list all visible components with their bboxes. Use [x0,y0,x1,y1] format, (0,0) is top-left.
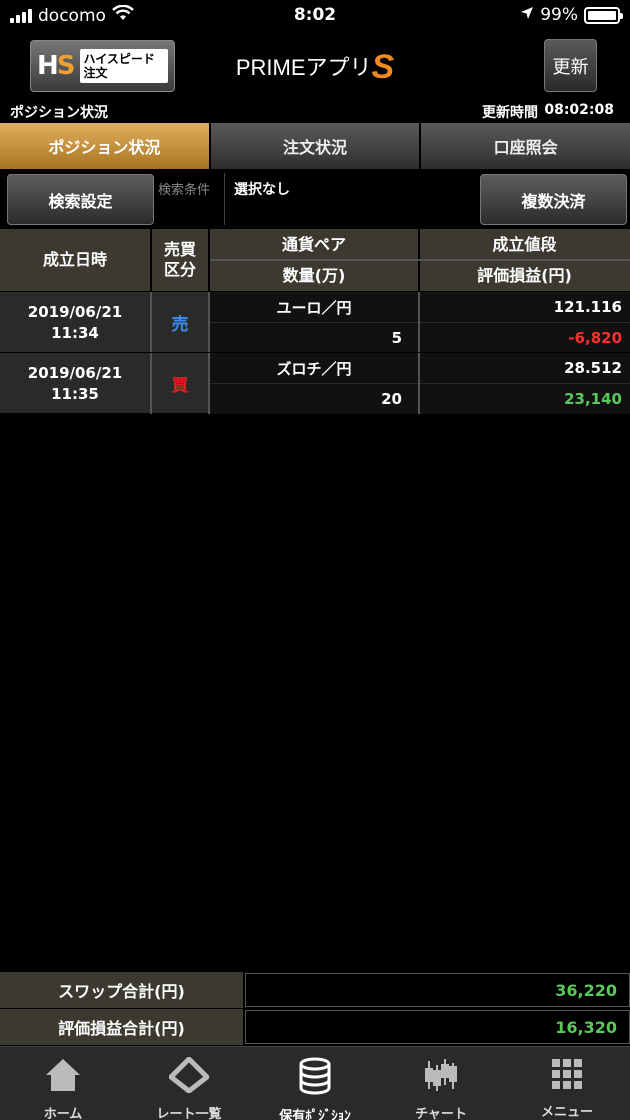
row-quantity: 5 [210,323,418,353]
nav-home[interactable]: ホーム [0,1047,126,1120]
row-side: 売 [171,315,189,335]
row-date: 2019/06/21 11:35 [27,363,123,403]
app-title-accent: S [371,48,395,86]
nav-label: 保有ﾎﾟｼﾞｼｮﾝ [279,1109,351,1120]
positions-table: 成立日時 売買 区分 通貨ペア 数量(万) 成立値段 評価損益(円) 2019/… [0,229,630,414]
header-pl: 評価損益(円) [477,265,572,285]
location-arrow-icon [520,5,534,25]
header-side: 売買 区分 [163,240,196,279]
rate-list-icon [169,1057,209,1093]
chart-icon [423,1057,459,1093]
tab-account[interactable]: 口座照会 [421,123,630,169]
row-side: 買 [171,376,189,396]
swap-total-label: スワップ合計(円) [0,972,243,1008]
tab-orders[interactable]: 注文状況 [210,123,422,169]
row-date: 2019/06/21 11:34 [27,302,123,342]
update-time-value: 08:02:08 [544,102,614,118]
swap-total-value: 36,220 [245,973,630,1007]
app-header: HS ハイスピード注文 PRIMEアプリS 更新 [0,34,630,98]
divider [150,292,152,353]
header-date: 成立日時 [42,250,107,269]
divider [150,353,152,414]
search-condition-label: 検索条件 [158,183,211,198]
row-price: 28.512 [419,353,630,383]
bottom-nav: ホーム レート一覧 保有ﾎﾟｼﾞｼｮﾝ チャート メニュー [0,1046,630,1120]
nav-label: レート一覧 [156,1107,222,1120]
header-pair: 通貨ペア [281,234,346,254]
divider [150,229,152,291]
nav-label: メニュー [540,1105,593,1120]
battery-icon [584,6,623,24]
divider [208,353,210,414]
row-pl: 23,140 [419,384,630,414]
nav-chart[interactable]: チャート [378,1047,504,1120]
search-row: 検索設定 検索条件 選択なし 複数決済 [0,169,630,229]
multi-settle-button[interactable]: 複数決済 [480,174,627,225]
pl-total-value: 16,320 [245,1010,630,1044]
app-title-main: PRIMEアプリ [235,55,372,80]
nav-label: ホーム [43,1107,83,1120]
update-time-label: 更新時間 [482,105,538,121]
table-row[interactable]: 2019/06/21 11:35 買 ズロチ／円 20 28.512 23,14… [0,352,630,414]
page-title: ポジション状況 [10,105,108,121]
pl-total-row: 評価損益合計(円) 16,320 [0,1009,630,1045]
nav-rate-list[interactable]: レート一覧 [126,1047,252,1120]
battery-percent: 99% [540,5,578,25]
positions-icon [298,1057,332,1095]
nav-label: チャート [415,1107,467,1120]
divider [224,173,225,225]
header-quantity: 数量(万) [282,265,346,285]
row-price: 121.116 [419,292,630,322]
info-bar: ポジション状況 更新時間 08:02:08 [0,98,630,123]
divider [208,292,210,353]
menu-grid-icon [551,1057,583,1091]
pl-total-label: 評価損益合計(円) [0,1009,243,1045]
search-condition-value: 選択なし [234,182,290,198]
table-header: 成立日時 売買 区分 通貨ペア 数量(万) 成立値段 評価損益(円) [0,229,630,291]
nav-menu[interactable]: メニュー [504,1047,630,1120]
row-pair: ズロチ／円 [210,353,418,383]
tab-bar: ポジション状況 注文状況 口座照会 [0,123,630,169]
table-row[interactable]: 2019/06/21 11:34 売 ユーロ／円 5 121.116 -6,82… [0,291,630,353]
totals-panel: スワップ合計(円) 36,220 評価損益合計(円) 16,320 [0,972,630,1046]
app-title: PRIMEアプリS [0,48,630,87]
status-bar: docomo 8:02 99% [0,0,630,34]
divider [210,259,630,261]
divider [418,353,420,414]
divider [418,292,420,353]
search-settings-button[interactable]: 検索設定 [7,174,154,225]
status-right: 99% [520,5,623,25]
home-icon [44,1057,82,1093]
refresh-button[interactable]: 更新 [544,39,597,92]
swap-total-row: スワップ合計(円) 36,220 [0,972,630,1008]
row-quantity: 20 [210,384,418,414]
row-pl: -6,820 [419,323,630,353]
header-price: 成立値段 [492,234,557,254]
tab-positions[interactable]: ポジション状況 [0,123,211,169]
nav-positions[interactable]: 保有ﾎﾟｼﾞｼｮﾝ [252,1047,378,1120]
row-pair: ユーロ／円 [210,292,418,322]
